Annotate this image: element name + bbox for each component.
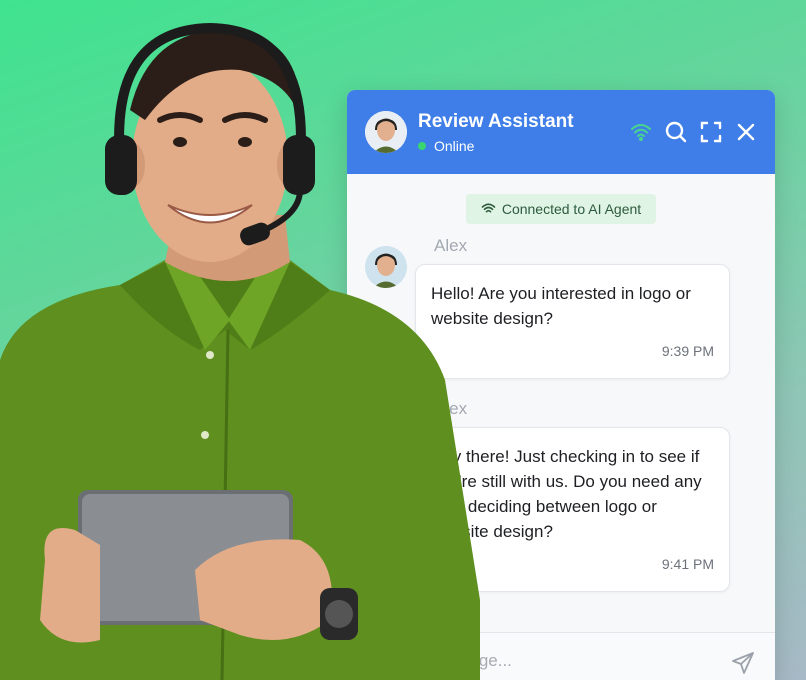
wifi-icon (630, 121, 652, 143)
close-icon[interactable] (735, 121, 757, 143)
search-icon[interactable] (665, 121, 687, 143)
connection-label: Connected to AI Agent (501, 201, 642, 217)
fullscreen-icon[interactable] (700, 121, 722, 143)
send-icon[interactable] (731, 651, 755, 680)
support-agent-image (0, 22, 480, 680)
